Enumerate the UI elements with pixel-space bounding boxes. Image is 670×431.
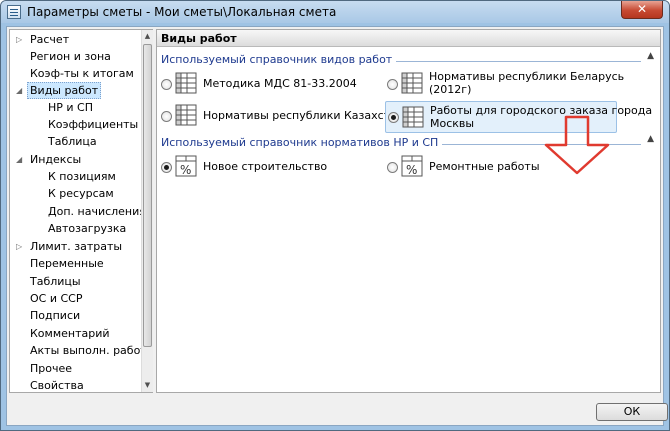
window-title: Параметры сметы - Мои сметы\Локальная см… — [27, 5, 337, 19]
option-label: Новое строительство — [203, 160, 328, 173]
option-label-line1: Нормативы республики Беларусь — [429, 70, 625, 83]
collapse-arrow-icon[interactable]: ◢ — [16, 151, 22, 168]
table-icon — [402, 106, 424, 128]
table-icon — [401, 72, 423, 94]
close-button[interactable]: ✕ — [621, 1, 663, 19]
tree-item-label: Таблицы — [30, 275, 81, 288]
tree-item-label: Свойства — [30, 379, 84, 392]
annotation-arrow-icon — [544, 115, 610, 175]
tree-item-label: НР и СП — [48, 101, 93, 114]
group-title: Используемый справочник нормативов НР и … — [161, 136, 443, 149]
collapse-arrow-icon[interactable]: ◢ — [16, 82, 22, 99]
option-kazakhstan-norms[interactable]: Нормативы республики Казахстан — [159, 100, 404, 132]
svg-text:%: % — [180, 163, 191, 177]
dialog-client-area: ▷ Расчет Регион и зона Коэф-ты к итогам … — [6, 26, 668, 426]
tree-item-label: Коэф-ты к итогам — [30, 67, 134, 80]
expand-arrow-icon[interactable]: ▷ — [16, 31, 22, 48]
radio-button[interactable] — [161, 79, 172, 90]
tree-item-label: Акты выполн. работ — [30, 344, 147, 357]
collapse-group-icon[interactable]: ▲ — [647, 51, 654, 61]
scroll-thumb[interactable] — [143, 44, 152, 347]
tree-item-label: Подписи — [30, 309, 81, 322]
dialog-window: Параметры сметы - Мои сметы\Локальная см… — [0, 0, 670, 431]
group-title: Используемый справочник видов работ — [161, 53, 397, 66]
expand-arrow-icon[interactable]: ▷ — [16, 238, 22, 255]
option-label: Нормативы республики Казахстан — [203, 109, 405, 122]
app-icon — [7, 5, 21, 19]
panel-title: Виды работ — [157, 30, 660, 47]
tree-item-label: К позициям — [48, 170, 116, 183]
tree-item-label: Таблица — [48, 135, 97, 148]
title-bar: Параметры сметы - Мои сметы\Локальная см… — [1, 1, 669, 23]
tree-item-label: Коэффициенты — [48, 118, 139, 131]
scroll-down-button[interactable]: ▼ — [142, 379, 153, 392]
radio-button[interactable] — [161, 111, 172, 122]
tree-scrollbar[interactable]: ▲ ▼ — [141, 30, 153, 392]
work-types-panel: Виды работ Используемый справочник видов… — [156, 29, 661, 393]
tree-item-label: Регион и зона — [30, 50, 111, 63]
tree-item-label: Доп. начисления — [48, 205, 146, 218]
tree-item-label: Виды работ — [27, 82, 102, 99]
tree-item-label: Расчет — [30, 33, 70, 46]
scroll-up-button[interactable]: ▲ — [142, 30, 153, 43]
table-icon — [175, 72, 197, 94]
option-label: Ремонтные работы — [429, 160, 540, 173]
ok-button[interactable]: ОК — [596, 403, 668, 421]
tree-item-label: Индексы — [30, 153, 82, 166]
option-label-line2: Москвы — [430, 117, 475, 130]
radio-button[interactable] — [387, 79, 398, 90]
settings-tree: ▷ Расчет Регион и зона Коэф-ты к итогам … — [9, 29, 153, 393]
percent-table-icon: % — [175, 155, 197, 177]
tree-item-label: Прочее — [30, 362, 73, 375]
group-work-types-reference: Используемый справочник видов работ ▲ — [161, 51, 654, 67]
tree-item-label: Комментарий — [30, 327, 110, 340]
collapse-group-icon[interactable]: ▲ — [647, 134, 654, 144]
tree-item-label: Переменные — [30, 257, 104, 270]
option-mds-method[interactable]: Методика МДС 81-33.2004 — [159, 68, 379, 100]
option-belarus-norms[interactable]: Нормативы республики Беларусь (2012г) — [385, 68, 624, 100]
radio-button-checked[interactable] — [161, 162, 172, 173]
option-label-line2: (2012г) — [429, 83, 472, 96]
tree-item-label: ОС и ССР — [30, 292, 83, 305]
tree-item-label: Автозагрузка — [48, 222, 127, 235]
option-new-construction[interactable]: % Новое строительство — [159, 151, 359, 183]
option-label: Методика МДС 81-33.2004 — [203, 77, 357, 90]
tree-item-label: К ресурсам — [48, 187, 114, 200]
percent-table-icon: % — [401, 155, 423, 177]
radio-button[interactable] — [387, 162, 398, 173]
radio-button-checked[interactable] — [388, 112, 399, 123]
table-icon — [175, 104, 197, 126]
tree-item-label: Лимит. затраты — [30, 240, 123, 253]
svg-text:%: % — [406, 163, 417, 177]
